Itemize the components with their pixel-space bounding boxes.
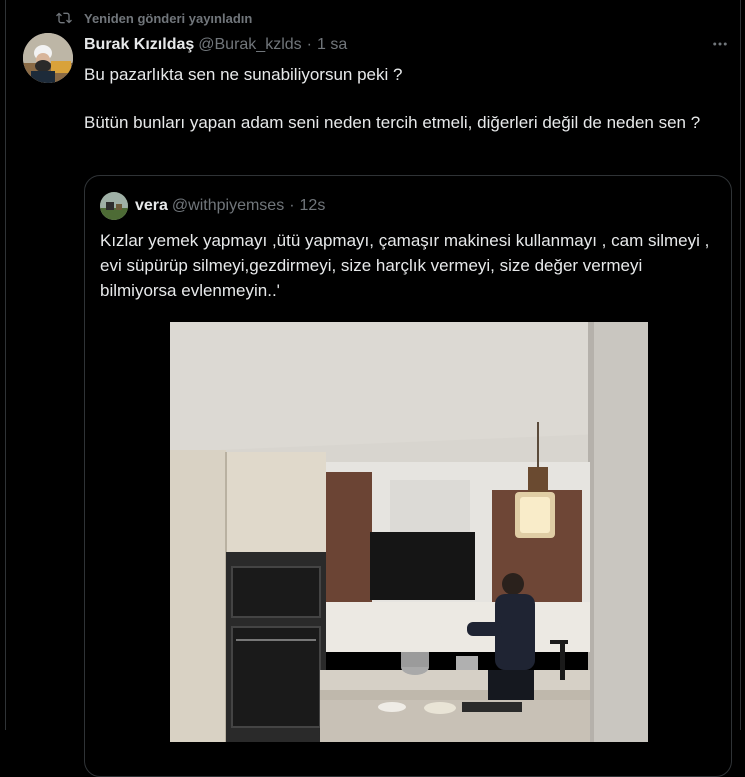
more-options-button[interactable] <box>710 36 730 56</box>
repost-indicator[interactable]: Yeniden gönderi yayınladın <box>56 8 252 28</box>
tweet-timestamp[interactable]: 1 sa <box>317 36 347 54</box>
author-avatar[interactable] <box>23 33 73 83</box>
quoted-display-name[interactable]: vera <box>135 197 168 215</box>
author-handle[interactable]: @Burak_kzlds <box>198 36 301 54</box>
tweet-text: Bu pazarlıkta sen ne sunabiliyorsun peki… <box>84 65 701 132</box>
quoted-tweet-text: Kızlar yemek yapmayı ,ütü yapmayı, çamaş… <box>100 231 710 300</box>
more-options-icon <box>711 35 729 58</box>
quoted-tweet[interactable]: vera @withpiyemses · 12s Kızlar yemek ya… <box>84 175 732 777</box>
timeline-left-border <box>5 0 6 730</box>
quoted-handle[interactable]: @withpiyemses <box>172 197 284 215</box>
quoted-author-avatar[interactable] <box>100 192 128 220</box>
quoted-timestamp[interactable]: 12s <box>300 197 326 215</box>
header-separator: · <box>306 36 312 53</box>
repost-icon <box>56 10 72 26</box>
repost-label: Yeniden gönderi yayınladın <box>84 10 253 26</box>
author-display-name[interactable]: Burak Kızıldaş <box>84 36 194 54</box>
quoted-separator: · <box>289 197 295 214</box>
quoted-tweet-header: vera @withpiyemses · 12s <box>135 195 325 217</box>
tweet-header: Burak Kızıldaş @Burak_kzlds · 1 sa <box>84 34 347 56</box>
quoted-media-image[interactable] <box>170 322 648 742</box>
timeline-right-border <box>740 0 741 730</box>
